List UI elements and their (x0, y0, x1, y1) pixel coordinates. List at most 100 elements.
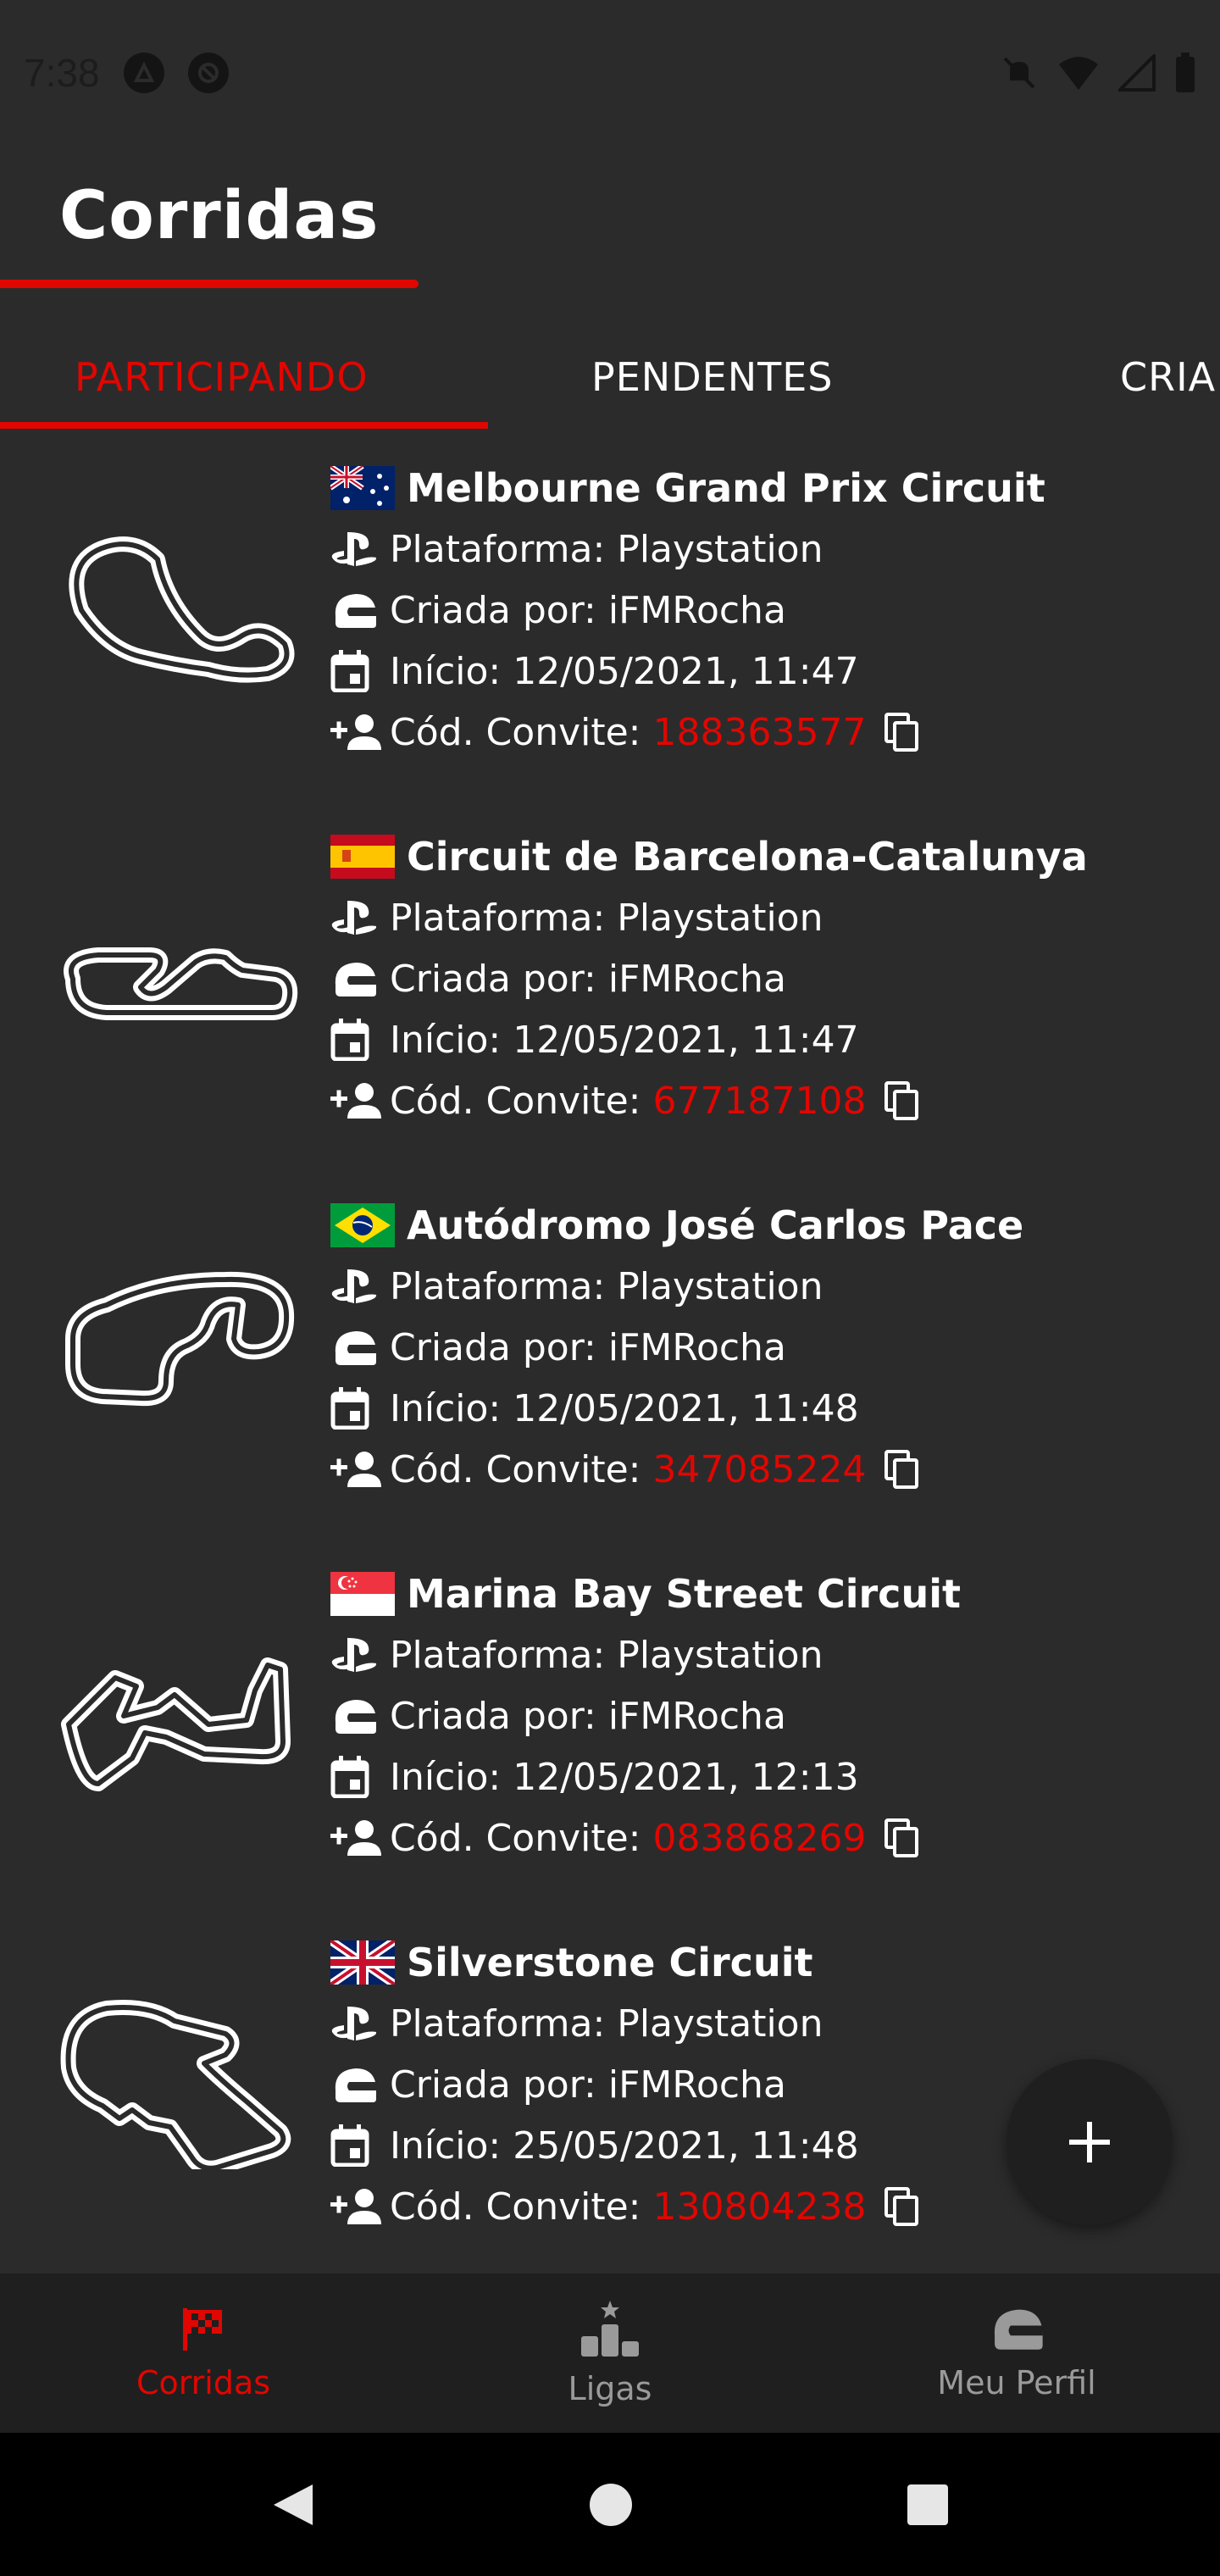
signal-icon (1118, 54, 1156, 92)
invite-code: 083868269 (652, 1816, 867, 1860)
race-creator: Criada por: iFMRocha (390, 957, 786, 1001)
track-map-icon (65, 1271, 295, 1407)
race-card[interactable]: Circuit de Barcelona-Catalunya Plataform… (0, 826, 1220, 1195)
calendar-icon (330, 2120, 390, 2171)
invite-code: 188363577 (652, 710, 867, 754)
nav-item-meu-perfil[interactable]: Meu Perfil (813, 2273, 1220, 2433)
mute-icon (1003, 57, 1035, 89)
invite-label: Cód. Convite: (390, 1079, 641, 1123)
notification-sync-icon (187, 53, 229, 93)
helmet-icon (330, 953, 390, 1004)
nav-item-corridas[interactable]: Corridas (0, 2273, 407, 2433)
race-card[interactable]: Autódromo José Carlos Pace Plataforma: P… (0, 1195, 1220, 1563)
invite-label: Cód. Convite: (390, 710, 641, 754)
race-platform: Plataforma: Playstation (390, 896, 824, 940)
race-creator: Criada por: iFMRocha (390, 1694, 786, 1738)
helmet-icon (330, 2059, 390, 2110)
calendar-icon (330, 646, 390, 697)
race-platform: Plataforma: Playstation (390, 1264, 824, 1308)
track-map-icon (60, 2000, 291, 2169)
race-info: Melbourne Grand Prix Circuit Plataforma:… (330, 458, 1045, 763)
united-kingdom-flag-icon (330, 1940, 395, 1985)
tab-participando[interactable]: PARTICIPANDO (75, 322, 369, 432)
helmet-icon (330, 585, 390, 636)
invite-label: Cód. Convite: (390, 1816, 641, 1860)
brazil-flag-icon (330, 1203, 395, 1247)
home-icon[interactable] (587, 2481, 635, 2529)
race-name: Autódromo José Carlos Pace (407, 1202, 1024, 1248)
tab-criadas[interactable]: CRIA (1120, 322, 1216, 432)
add-person-icon (330, 1444, 390, 1495)
race-platform: Plataforma: Playstation (390, 527, 824, 571)
nav-label: Ligas (568, 2370, 652, 2407)
battery-icon (1176, 53, 1195, 92)
page-title: Corridas (59, 178, 380, 254)
add-person-icon (330, 707, 390, 758)
helmet-icon (994, 2309, 1043, 2350)
race-start: Início: 25/05/2021, 11:48 (390, 2124, 859, 2168)
copy-icon[interactable] (884, 1818, 919, 1857)
race-list: Melbourne Grand Prix Circuit Plataforma:… (0, 458, 1220, 2301)
system-navigation-bar (0, 2433, 1220, 2576)
playstation-icon (330, 1998, 390, 2049)
status-bar: 7:38 (0, 0, 1220, 146)
playstation-icon (330, 1629, 390, 1680)
nav-item-ligas[interactable]: Ligas (407, 2273, 813, 2433)
tab-pendentes[interactable]: PENDENTES (591, 322, 833, 432)
title-underline (0, 280, 419, 288)
track-map-icon (64, 947, 298, 1020)
notification-app-icon (123, 53, 164, 93)
nav-label: Corridas (136, 2364, 271, 2401)
add-race-button[interactable] (1006, 2059, 1173, 2225)
tab-bar: PARTICIPANDO PENDENTES CRIA (0, 322, 1220, 432)
add-person-icon (330, 1813, 390, 1863)
playstation-icon (330, 892, 390, 943)
race-name: Circuit de Barcelona-Catalunya (407, 834, 1088, 880)
status-time: 7:38 (24, 51, 100, 95)
helmet-icon (330, 1322, 390, 1373)
race-platform: Plataforma: Playstation (390, 2001, 824, 2046)
calendar-icon (330, 1014, 390, 1065)
race-info: Marina Bay Street Circuit Plataforma: Pl… (330, 1563, 961, 1868)
race-start: Início: 12/05/2021, 11:47 (390, 1018, 859, 1062)
race-info: Circuit de Barcelona-Catalunya Plataform… (330, 826, 1088, 1131)
invite-code: 347085224 (652, 1447, 867, 1491)
nav-label: Meu Perfil (937, 2364, 1096, 2401)
wifi-icon (1059, 57, 1098, 90)
race-name: Melbourne Grand Prix Circuit (407, 465, 1045, 511)
race-name: Marina Bay Street Circuit (407, 1571, 961, 1617)
bottom-navigation: Corridas Ligas Meu Perfil (0, 2273, 1220, 2433)
playstation-icon (330, 1261, 390, 1312)
helmet-icon (330, 1690, 390, 1741)
singapore-flag-icon (330, 1572, 395, 1616)
race-info: Silverstone Circuit Plataforma: Playstat… (330, 1932, 919, 2237)
copy-icon[interactable] (884, 713, 919, 752)
copy-icon[interactable] (884, 1450, 919, 1489)
calendar-icon (330, 1383, 390, 1434)
recents-icon[interactable] (906, 2483, 950, 2527)
playstation-icon (330, 524, 390, 575)
race-name: Silverstone Circuit (407, 1940, 813, 1985)
calendar-icon (330, 1752, 390, 1802)
checkered-flag-icon (183, 2308, 222, 2351)
invite-code: 130804238 (652, 2185, 867, 2229)
spain-flag-icon (330, 835, 395, 879)
race-creator: Criada por: iFMRocha (390, 588, 786, 632)
invite-code: 677187108 (652, 1079, 867, 1123)
podium-icon (581, 2301, 639, 2357)
tab-indicator (0, 422, 488, 429)
plus-icon (1069, 2122, 1110, 2162)
race-card[interactable]: Melbourne Grand Prix Circuit Plataforma:… (0, 458, 1220, 826)
race-creator: Criada por: iFMRocha (390, 2062, 786, 2107)
copy-icon[interactable] (884, 2187, 919, 2226)
copy-icon[interactable] (884, 1081, 919, 1120)
track-map-icon (61, 1657, 291, 1791)
race-creator: Criada por: iFMRocha (390, 1325, 786, 1369)
track-map-icon (69, 536, 295, 683)
invite-label: Cód. Convite: (390, 1447, 641, 1491)
add-person-icon (330, 2181, 390, 2232)
race-card[interactable]: Marina Bay Street Circuit Plataforma: Pl… (0, 1563, 1220, 1932)
race-platform: Plataforma: Playstation (390, 1633, 824, 1677)
race-start: Início: 12/05/2021, 11:48 (390, 1386, 859, 1430)
back-icon[interactable] (270, 2481, 316, 2529)
